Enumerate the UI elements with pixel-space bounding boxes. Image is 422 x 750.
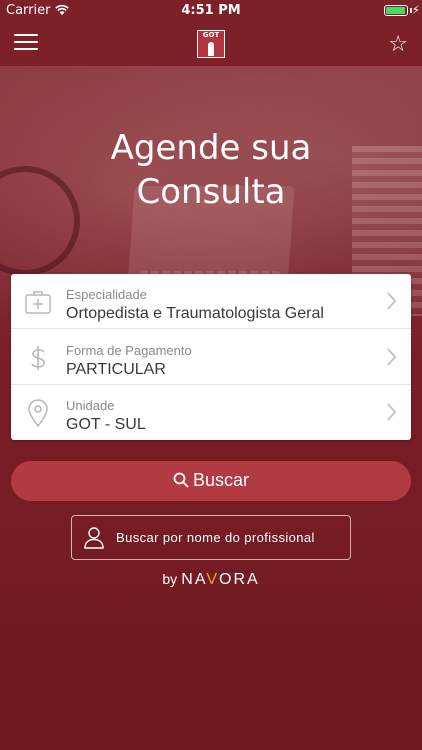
star-outline-icon[interactable]: ☆ xyxy=(388,32,408,57)
unit-label: Unidade xyxy=(66,398,115,413)
page-title-line2: Consulta xyxy=(136,172,286,212)
payment-method-selector[interactable]: Forma de Pagamento PARTICULAR xyxy=(11,330,411,385)
charging-bolt-icon: ⚡ xyxy=(411,3,420,17)
powered-by-footer: by NAVORA xyxy=(0,571,422,589)
page-title-line1: Agende sua xyxy=(110,128,312,168)
chevron-right-icon xyxy=(387,348,397,366)
chevron-right-icon xyxy=(387,292,397,310)
clock: 4:51 PM xyxy=(181,3,241,18)
logo-text: GOT xyxy=(202,31,220,39)
navora-logo: NAVORA xyxy=(181,571,260,588)
search-button-label: Buscar xyxy=(192,470,250,490)
battery-icon xyxy=(384,5,408,16)
appointment-form-card: Especialidade Ortopedista e Traumatologi… xyxy=(11,274,411,440)
payment-method-label: Forma de Pagamento xyxy=(66,343,192,358)
chevron-right-icon xyxy=(387,403,397,421)
unit-value: GOT - SUL xyxy=(66,416,146,433)
dollar-icon xyxy=(31,346,45,370)
search-icon xyxy=(173,472,189,488)
specialty-selector[interactable]: Especialidade Ortopedista e Traumatologi… xyxy=(11,274,411,329)
got-logo: GOT xyxy=(197,30,225,58)
navigation-bar: GOT ☆ xyxy=(0,22,422,66)
search-by-professional-label: Buscar por nome do profissional xyxy=(116,530,315,545)
specialty-label: Especialidade xyxy=(66,287,147,302)
page-title: Agende sua Consulta xyxy=(0,126,422,214)
logo-figure xyxy=(208,42,214,56)
hamburger-menu-icon[interactable] xyxy=(14,34,38,54)
person-icon xyxy=(84,527,104,549)
app-screen: Carrier 4:51 PM ⚡ GOT ☆ Agende sua Consu… xyxy=(0,0,422,750)
search-button[interactable]: Buscar xyxy=(11,461,411,501)
unit-selector[interactable]: Unidade GOT - SUL xyxy=(11,385,411,440)
payment-method-value: PARTICULAR xyxy=(66,361,166,378)
battery-level xyxy=(386,7,405,14)
status-bar: Carrier 4:51 PM ⚡ xyxy=(0,0,422,22)
search-by-professional-button[interactable]: Buscar por nome do profissional xyxy=(71,515,351,560)
medical-kit-icon xyxy=(25,291,51,314)
specialty-value: Ortopedista e Traumatologista Geral xyxy=(66,305,324,322)
location-pin-icon xyxy=(28,399,48,427)
by-text: by xyxy=(162,571,178,587)
